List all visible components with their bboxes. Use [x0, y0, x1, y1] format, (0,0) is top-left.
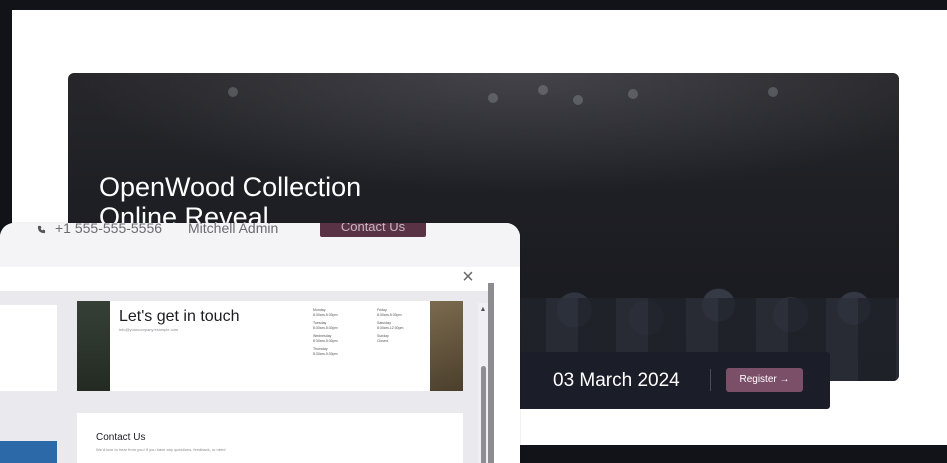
get-in-touch-title: Let's get in touch — [119, 308, 240, 325]
decor-image-right — [430, 301, 463, 391]
scrollbar-thumb[interactable] — [481, 366, 486, 463]
modal-header: +1 555-555-5556 Mitchell Admin Contact U… — [0, 223, 520, 287]
preview-left-card — [0, 305, 57, 391]
decor-image-left — [77, 301, 110, 391]
contact-us-button[interactable]: Contact Us — [320, 223, 426, 237]
get-in-touch-email: info@yourcompany.example.com — [119, 327, 179, 332]
hours-wednesday: Wednesday 8:30am-5:30pm — [313, 334, 338, 343]
preview-frame-edge — [488, 283, 494, 463]
hours-saturday: Saturday 8:30am-12:30pm — [377, 321, 404, 330]
hours-thursday: Thursday 8:30am-5:30pm — [313, 347, 338, 356]
hours-friday: Friday 8:30am-5:30pm — [377, 308, 402, 317]
user-menu[interactable]: Mitchell Admin — [188, 223, 278, 236]
chevron-up-icon[interactable]: ▲ — [478, 305, 488, 315]
contact-us-text: We'd love to hear from you! If you have … — [96, 447, 226, 452]
close-icon[interactable]: × — [458, 267, 478, 287]
hero-title-line1: OpenWood Collection — [99, 172, 362, 202]
hours-sunday: Sunday Closed — [377, 334, 389, 343]
event-date: 03 March 2024 — [553, 370, 680, 391]
hours-tuesday: Tuesday 8:30am-5:30pm — [313, 321, 338, 330]
register-button[interactable]: Register → — [726, 368, 803, 392]
preview-left-block — [0, 441, 57, 463]
hours-monday: Monday 8:30am-5:30pm — [313, 308, 338, 317]
contact-us-title: Contact Us — [96, 432, 146, 443]
contact-modal: +1 555-555-5556 Mitchell Admin Contact U… — [0, 223, 520, 463]
registration-divider — [710, 369, 711, 391]
phone-number[interactable]: +1 555-555-5556 — [55, 223, 162, 236]
phone-icon — [37, 225, 47, 235]
